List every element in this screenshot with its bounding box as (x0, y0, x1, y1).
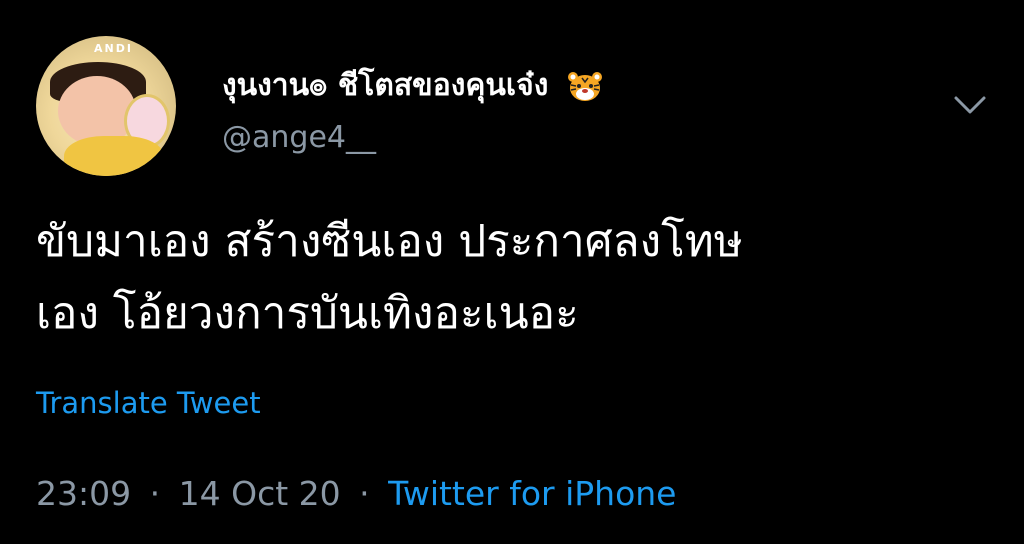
author-handle[interactable]: @ange4__ (222, 120, 376, 155)
tweet-text-line: เอง โอ้ยวงการบันเทิงอะเนอะ (36, 288, 579, 339)
display-name-text: งุนงาน๏ ชีโตสของคุนเจ๋ง (222, 68, 549, 103)
tiger-face-icon (567, 71, 602, 101)
tweet-source-link[interactable]: Twitter for iPhone (388, 474, 676, 513)
meta-separator: · (359, 474, 370, 513)
tweet-time[interactable]: 23:09 (36, 474, 131, 513)
translate-tweet-link[interactable]: Translate Tweet (36, 386, 261, 420)
chevron-down-icon[interactable] (950, 90, 990, 120)
tweet-text-line: ขับมาเอง สร้างซีนเอง ประกาศลงโทษ (36, 216, 743, 267)
tweet-meta: 23:09 · 14 Oct 20 · Twitter for iPhone (36, 474, 677, 513)
tweet-date[interactable]: 14 Oct 20 (179, 474, 341, 513)
avatar[interactable]: ANDI (36, 36, 176, 176)
tweet-text: ขับมาเอง สร้างซีนเอง ประกาศลงโทษ เอง โอ้… (36, 206, 996, 350)
display-name[interactable]: งุนงาน๏ ชีโตสของคุนเจ๋ง (222, 62, 603, 109)
avatar-shirt (64, 136, 164, 176)
meta-separator: · (149, 474, 161, 513)
avatar-tag: ANDI (94, 42, 133, 55)
